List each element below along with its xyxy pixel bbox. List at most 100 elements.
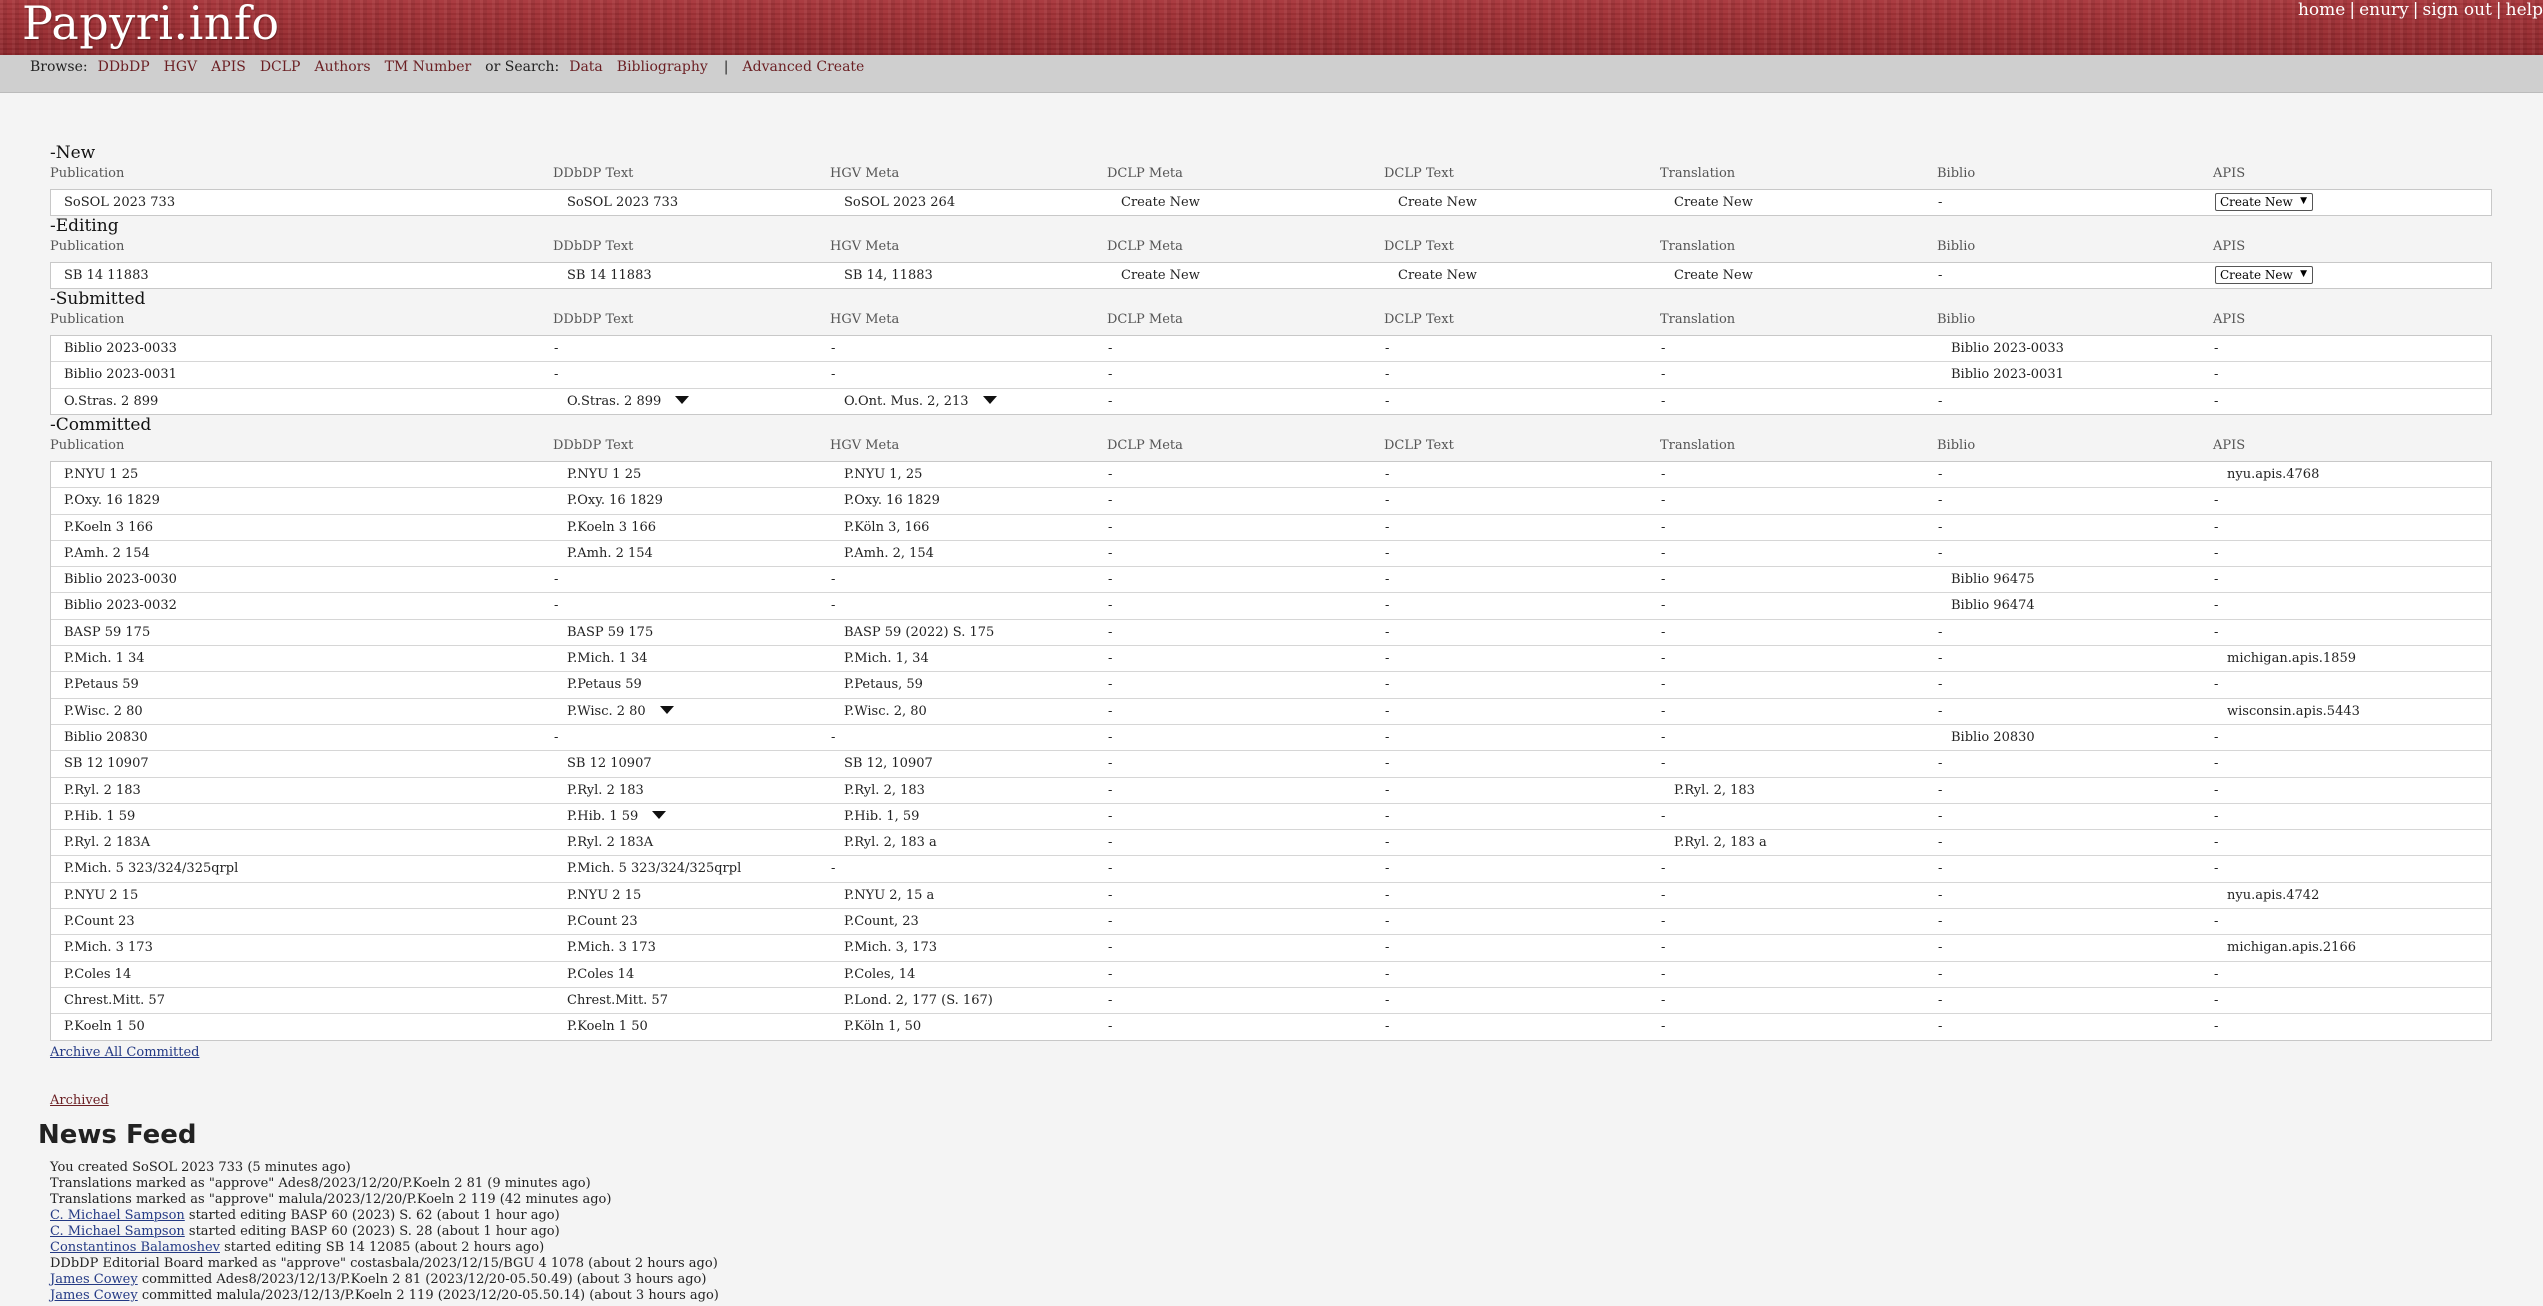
apis-create-select[interactable]: Create New ▼ xyxy=(2215,266,2313,284)
section-title-committed[interactable]: -Committed xyxy=(50,415,151,435)
cell-biblio[interactable]: Biblio 20830 xyxy=(1951,730,2035,745)
cell-apis[interactable]: wisconsin.apis.5443 xyxy=(2227,704,2360,719)
cell-hgv-meta[interactable]: P.Köln 3, 166 xyxy=(844,520,929,535)
cell-hgv-meta[interactable]: P.Ryl. 2, 183 a xyxy=(844,835,937,850)
cell-hgv-meta[interactable]: P.Oxy. 16 1829 xyxy=(844,493,940,508)
cell-ddbdp-text[interactable]: P.Ryl. 2 183A xyxy=(567,835,653,850)
cell-dclp-meta[interactable]: Create New xyxy=(1121,268,1200,283)
cell-hgv-meta[interactable]: P.Wisc. 2, 80 xyxy=(844,704,927,719)
cell-ddbdp-text[interactable]: P.NYU 1 25 xyxy=(567,467,641,482)
news-user-link[interactable]: C. Michael Sampson xyxy=(50,1224,185,1239)
cell-publication[interactable]: Biblio 2023-0031 xyxy=(64,367,177,382)
userlink-home[interactable]: home xyxy=(2298,0,2345,20)
cell-ddbdp-text[interactable]: P.Koeln 3 166 xyxy=(567,520,656,535)
cell-hgv-meta[interactable]: O.Ont. Mus. 2, 213 xyxy=(844,394,997,409)
dropdown-triangle-icon[interactable] xyxy=(982,395,997,404)
cell-translation[interactable]: P.Ryl. 2, 183 a xyxy=(1674,835,1767,850)
cell-dclp-meta[interactable]: Create New xyxy=(1121,195,1200,210)
cell-translation[interactable]: Create New xyxy=(1674,195,1753,210)
cell-publication[interactable]: Chrest.Mitt. 57 xyxy=(64,993,165,1008)
cell-publication[interactable]: P.Petaus 59 xyxy=(64,677,139,692)
cell-publication[interactable]: P.Coles 14 xyxy=(64,967,131,982)
cell-ddbdp-text[interactable]: P.Wisc. 2 80 xyxy=(567,704,674,719)
archived-link[interactable]: Archived xyxy=(50,1093,109,1108)
dropdown-triangle-icon[interactable] xyxy=(652,810,667,819)
cell-translation[interactable]: P.Ryl. 2, 183 xyxy=(1674,783,1755,798)
section-title-submitted[interactable]: -Submitted xyxy=(50,289,145,309)
nav-browse-authors[interactable]: Authors xyxy=(314,59,370,75)
cell-hgv-meta[interactable]: P.Mich. 1, 34 xyxy=(844,651,929,666)
cell-hgv-meta[interactable]: P.Mich. 3, 173 xyxy=(844,940,937,955)
cell-publication[interactable]: Biblio 2023-0032 xyxy=(64,598,177,613)
cell-apis[interactable]: michigan.apis.2166 xyxy=(2227,940,2356,955)
cell-ddbdp-text[interactable]: P.NYU 2 15 xyxy=(567,888,641,903)
apis-create-select[interactable]: Create New ▼ xyxy=(2215,193,2313,211)
cell-apis[interactable]: nyu.apis.4742 xyxy=(2227,888,2319,903)
cell-publication[interactable]: P.Mich. 1 34 xyxy=(64,651,145,666)
cell-hgv-meta[interactable]: P.NYU 1, 25 xyxy=(844,467,922,482)
cell-publication[interactable]: P.Mich. 5 323/324/325qrpl xyxy=(64,861,238,876)
cell-hgv-meta[interactable]: P.Ryl. 2, 183 xyxy=(844,783,925,798)
cell-apis[interactable]: nyu.apis.4768 xyxy=(2227,467,2319,482)
cell-ddbdp-text[interactable]: P.Coles 14 xyxy=(567,967,634,982)
archive-all-committed-link[interactable]: Archive All Committed xyxy=(50,1045,199,1060)
cell-publication[interactable]: BASP 59 175 xyxy=(64,625,150,640)
cell-dclp-text[interactable]: Create New xyxy=(1398,268,1477,283)
cell-publication[interactable]: Biblio 20830 xyxy=(64,730,148,745)
cell-hgv-meta[interactable]: P.NYU 2, 15 a xyxy=(844,888,934,903)
nav-search-bibliography[interactable]: Bibliography xyxy=(617,59,708,75)
cell-hgv-meta[interactable]: SB 14, 11883 xyxy=(844,268,933,283)
nav-advanced-create[interactable]: Advanced Create xyxy=(743,59,865,75)
cell-publication[interactable]: SB 14 11883 xyxy=(64,268,149,283)
cell-dclp-text[interactable]: Create New xyxy=(1398,195,1477,210)
cell-ddbdp-text[interactable]: P.Count 23 xyxy=(567,914,638,929)
cell-hgv-meta[interactable]: P.Hib. 1, 59 xyxy=(844,809,919,824)
cell-hgv-meta[interactable]: P.Petaus, 59 xyxy=(844,677,923,692)
cell-biblio[interactable]: Biblio 96475 xyxy=(1951,572,2035,587)
cell-publication[interactable]: P.NYU 2 15 xyxy=(64,888,138,903)
userlink-help[interactable]: help xyxy=(2506,0,2543,20)
cell-ddbdp-text[interactable]: O.Stras. 2 899 xyxy=(567,394,690,409)
cell-publication[interactable]: P.Ryl. 2 183 xyxy=(64,783,141,798)
cell-publication[interactable]: P.Ryl. 2 183A xyxy=(64,835,150,850)
nav-browse-apis[interactable]: APIS xyxy=(211,59,246,75)
userlink-sign-out[interactable]: sign out xyxy=(2423,0,2492,20)
cell-ddbdp-text[interactable]: SB 14 11883 xyxy=(567,268,652,283)
cell-publication[interactable]: Biblio 2023-0033 xyxy=(64,341,177,356)
cell-hgv-meta[interactable]: P.Lond. 2, 177 (S. 167) xyxy=(844,993,993,1008)
nav-search-data[interactable]: Data xyxy=(569,59,603,75)
nav-browse-hgv[interactable]: HGV xyxy=(164,59,198,75)
cell-hgv-meta[interactable]: P.Amh. 2, 154 xyxy=(844,546,934,561)
section-title-new[interactable]: -New xyxy=(50,143,95,163)
nav-browse-tm-number[interactable]: TM Number xyxy=(385,59,472,75)
cell-hgv-meta[interactable]: P.Count, 23 xyxy=(844,914,919,929)
cell-hgv-meta[interactable]: SoSOL 2023 264 xyxy=(844,195,955,210)
cell-publication[interactable]: O.Stras. 2 899 xyxy=(64,394,158,409)
site-logo[interactable]: Papyri.info xyxy=(22,0,280,50)
cell-hgv-meta[interactable]: P.Köln 1, 50 xyxy=(844,1019,921,1034)
cell-ddbdp-text[interactable]: P.Ryl. 2 183 xyxy=(567,783,644,798)
nav-browse-dclp[interactable]: DCLP xyxy=(260,59,301,75)
cell-ddbdp-text[interactable]: P.Mich. 5 323/324/325qrpl xyxy=(567,861,741,876)
userlink-enury[interactable]: enury xyxy=(2359,0,2409,20)
cell-ddbdp-text[interactable]: P.Mich. 3 173 xyxy=(567,940,656,955)
cell-publication[interactable]: P.Mich. 3 173 xyxy=(64,940,153,955)
news-user-link[interactable]: James Cowey xyxy=(50,1272,138,1287)
cell-publication[interactable]: SoSOL 2023 733 xyxy=(64,195,175,210)
cell-ddbdp-text[interactable]: P.Amh. 2 154 xyxy=(567,546,653,561)
cell-publication[interactable]: P.Hib. 1 59 xyxy=(64,809,135,824)
cell-publication[interactable]: P.Amh. 2 154 xyxy=(64,546,150,561)
news-user-link[interactable]: James Cowey xyxy=(50,1288,138,1303)
cell-publication[interactable]: P.Wisc. 2 80 xyxy=(64,704,143,719)
news-user-link[interactable]: C. Michael Sampson xyxy=(50,1208,185,1223)
cell-biblio[interactable]: Biblio 2023-0031 xyxy=(1951,367,2064,382)
cell-ddbdp-text[interactable]: BASP 59 175 xyxy=(567,625,653,640)
cell-apis[interactable]: michigan.apis.1859 xyxy=(2227,651,2356,666)
cell-publication[interactable]: Biblio 2023-0030 xyxy=(64,572,177,587)
cell-hgv-meta[interactable]: BASP 59 (2022) S. 175 xyxy=(844,625,994,640)
dropdown-triangle-icon[interactable] xyxy=(675,395,690,404)
cell-ddbdp-text[interactable]: P.Koeln 1 50 xyxy=(567,1019,648,1034)
cell-ddbdp-text[interactable]: P.Hib. 1 59 xyxy=(567,809,667,824)
cell-ddbdp-text[interactable]: SB 12 10907 xyxy=(567,756,652,771)
dropdown-triangle-icon[interactable] xyxy=(659,705,674,714)
